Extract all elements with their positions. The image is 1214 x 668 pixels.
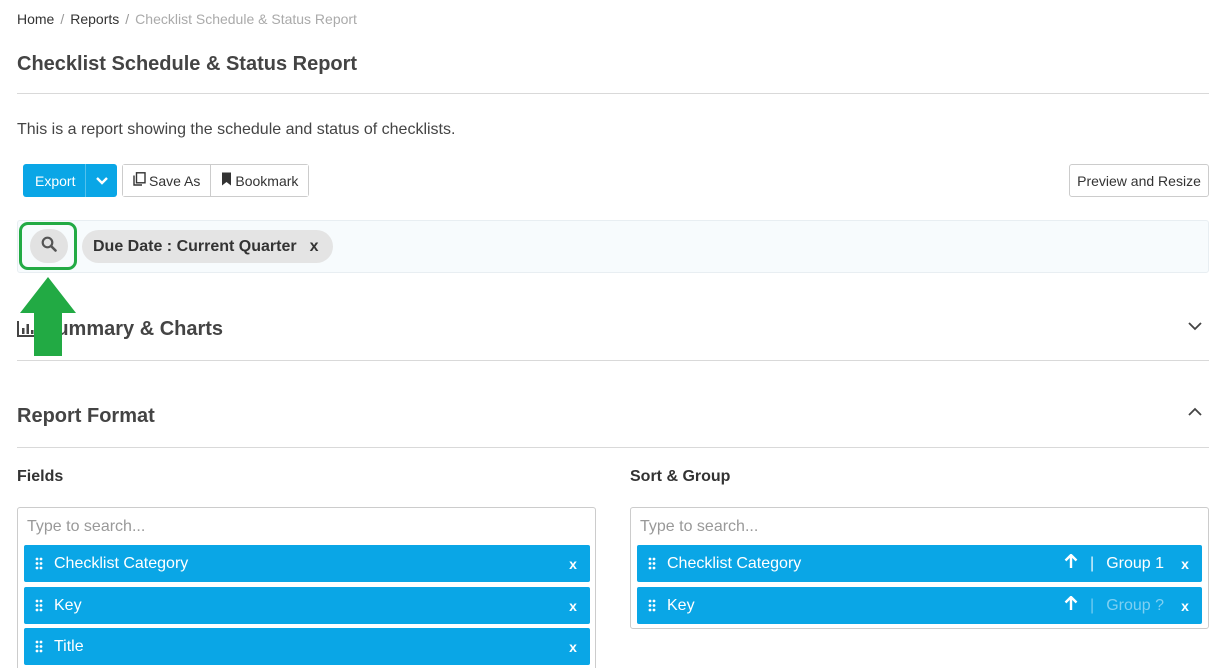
filter-chip-label: Due Date : Current Quarter — [93, 237, 297, 255]
field-item[interactable]: Title x — [24, 628, 590, 665]
sort-item[interactable]: Key | Group ? x — [637, 587, 1202, 624]
bookmark-icon — [221, 172, 232, 189]
fields-search-input[interactable]: Type to search... — [18, 508, 595, 544]
report-format-header[interactable]: Report Format — [17, 404, 1209, 428]
breadcrumb-separator: / — [125, 11, 130, 27]
highlight-box — [19, 222, 77, 270]
arrow-up-icon — [20, 277, 76, 356]
breadcrumb-home[interactable]: Home — [17, 11, 54, 27]
group-label[interactable]: Group ? — [1106, 597, 1164, 615]
breadcrumb: Home / Reports / Checklist Schedule & St… — [17, 11, 357, 27]
sort-remove-button[interactable]: x — [1168, 598, 1202, 614]
copy-icon — [133, 172, 146, 189]
bookmark-button[interactable]: Bookmark — [210, 165, 309, 196]
filter-chip-remove-button[interactable]: x — [310, 238, 319, 256]
summary-charts-header[interactable]: Summary & Charts — [17, 317, 1209, 341]
divider — [17, 93, 1209, 94]
drag-handle-icon[interactable] — [24, 557, 54, 570]
drag-handle-icon[interactable] — [637, 599, 667, 612]
sort-item-label: Key — [667, 596, 695, 614]
breadcrumb-separator: / — [60, 11, 65, 27]
sort-remove-button[interactable]: x — [1168, 556, 1202, 572]
preview-and-resize-button[interactable]: Preview and Resize — [1069, 164, 1209, 197]
field-remove-button[interactable]: x — [556, 556, 590, 572]
filter-chip[interactable]: Due Date : Current Quarter x — [82, 230, 333, 263]
save-as-label: Save As — [149, 172, 201, 189]
chevron-up-icon[interactable] — [1187, 403, 1203, 419]
fields-label: Fields — [17, 468, 64, 485]
save-as-button[interactable]: Save As — [123, 165, 211, 196]
breadcrumb-current: Checklist Schedule & Status Report — [135, 11, 357, 27]
arrow-up-icon[interactable] — [1064, 594, 1078, 616]
drag-handle-icon[interactable] — [24, 640, 54, 653]
report-format-title: Report Format — [17, 404, 155, 427]
sort-group-search-input[interactable]: Type to search... — [631, 508, 1208, 544]
arrow-up-icon[interactable] — [1064, 552, 1078, 574]
sort-divider: | — [1090, 554, 1095, 572]
field-item[interactable]: Checklist Category x — [24, 545, 590, 582]
field-item-label: Checklist Category — [54, 554, 189, 572]
chevron-down-icon[interactable] — [85, 164, 117, 197]
group-label[interactable]: Group 1 — [1106, 555, 1164, 573]
field-remove-button[interactable]: x — [556, 639, 590, 655]
drag-handle-icon[interactable] — [637, 557, 667, 570]
page-title: Checklist Schedule & Status Report — [17, 53, 358, 75]
breadcrumb-reports[interactable]: Reports — [70, 11, 119, 27]
drag-handle-icon[interactable] — [24, 599, 54, 612]
page-description: This is a report showing the schedule an… — [17, 121, 456, 138]
divider — [17, 447, 1209, 448]
field-remove-button[interactable]: x — [556, 598, 590, 614]
field-item[interactable]: Key x — [24, 587, 590, 624]
export-button[interactable]: Export — [23, 164, 117, 197]
field-item-label: Title — [54, 637, 84, 655]
sort-divider: | — [1090, 596, 1095, 614]
export-label[interactable]: Export — [23, 173, 85, 189]
divider — [17, 360, 1209, 361]
chevron-down-icon[interactable] — [1187, 317, 1203, 333]
sort-group-label: Sort & Group — [630, 468, 731, 485]
field-item-label: Key — [54, 596, 82, 614]
report-actions: Save As Bookmark — [122, 164, 310, 197]
sort-item-label: Checklist Category — [667, 554, 802, 572]
bookmark-label: Bookmark — [235, 172, 299, 189]
sort-item[interactable]: Checklist Category | Group 1 x — [637, 545, 1202, 582]
